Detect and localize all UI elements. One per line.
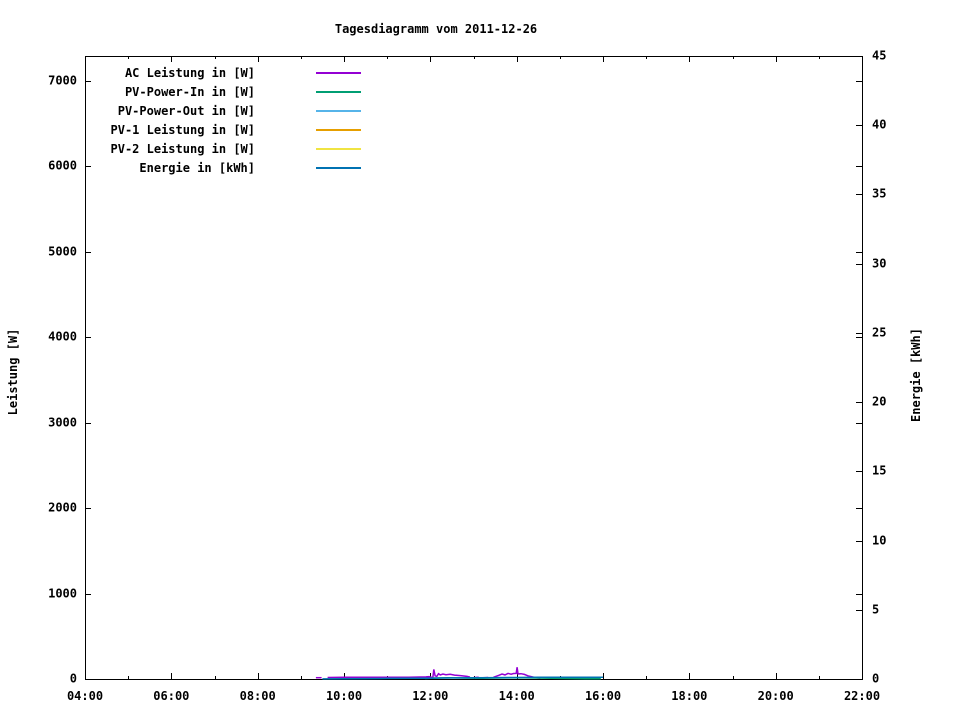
x-tick-label: 12:00 — [412, 689, 449, 703]
y2-tick-label: 20 — [872, 394, 887, 409]
y1-tick-label: 3000 — [48, 415, 77, 430]
legend-line-sample — [316, 71, 361, 74]
y1-tick-label: 1000 — [48, 586, 77, 601]
y2-tick-label: 35 — [872, 186, 887, 201]
legend-row: Energie in [kWh] — [95, 158, 361, 177]
x-tick-label: 10:00 — [325, 689, 363, 703]
legend: AC Leistung in [W] PV-Power-In in [W] PV-P… — [95, 63, 361, 177]
legend-row: PV-2 Leistung in [W] — [95, 139, 361, 158]
legend-line-sample — [316, 166, 361, 169]
x-tick-label: 06:00 — [153, 689, 190, 703]
legend-line-sample — [316, 90, 361, 93]
y2-tick-label: 40 — [872, 117, 887, 132]
x-tick-label: 22:00 — [843, 689, 881, 703]
legend-label: PV-Power-In in [W] — [124, 84, 255, 99]
legend-label: PV-Power-Out in [W] — [117, 103, 255, 118]
y2-tick-label: 25 — [872, 325, 887, 340]
y-axis-right-label: Energie [kWh] — [909, 328, 923, 422]
legend-line-sample — [316, 147, 361, 150]
legend-label: PV-1 Leistung in [W] — [110, 122, 256, 137]
y2-tick-label: 30 — [872, 256, 887, 271]
x-tick-label: 16:00 — [584, 689, 622, 703]
y2-tick-label: 15 — [872, 463, 887, 478]
x-tick-label: 14:00 — [498, 689, 535, 703]
y1-tick-label: 0 — [69, 671, 77, 686]
y1-tick-label: 7000 — [48, 73, 77, 88]
x-tick-label: 04:00 — [66, 689, 104, 703]
chart-title: Tagesdiagramm vom 2011-12-26 — [334, 22, 538, 36]
legend-row: PV-Power-In in [W] — [95, 82, 361, 101]
x-tick-label: 08:00 — [239, 689, 276, 703]
y1-tick-label: 5000 — [48, 244, 77, 259]
legend-line-sample — [316, 109, 361, 112]
y1-tick-label: 4000 — [48, 329, 77, 344]
y1-tick-label: 6000 — [48, 158, 77, 173]
legend-label: Energie in [kWh] — [139, 160, 255, 175]
y1-tick-label: 2000 — [48, 500, 77, 515]
y2-tick-label: 5 — [872, 602, 880, 617]
pv-day-chart: Tagesdiagramm vom 2011-12-26 Leistung [W… — [0, 0, 960, 720]
y2-tick-label: 0 — [872, 671, 880, 686]
x-tick-label: 18:00 — [671, 689, 708, 703]
legend-label: PV-2 Leistung in [W] — [110, 141, 256, 156]
legend-line-sample — [316, 128, 361, 131]
y2-tick-label: 10 — [872, 533, 887, 548]
legend-label: AC Leistung in [W] — [124, 65, 255, 80]
legend-row: AC Leistung in [W] — [95, 63, 361, 82]
y2-tick-label: 45 — [872, 48, 887, 63]
legend-row: PV-1 Leistung in [W] — [95, 120, 361, 139]
x-tick-label: 20:00 — [757, 689, 794, 703]
legend-row: PV-Power-Out in [W] — [95, 101, 361, 120]
series-line-0 — [327, 669, 471, 679]
